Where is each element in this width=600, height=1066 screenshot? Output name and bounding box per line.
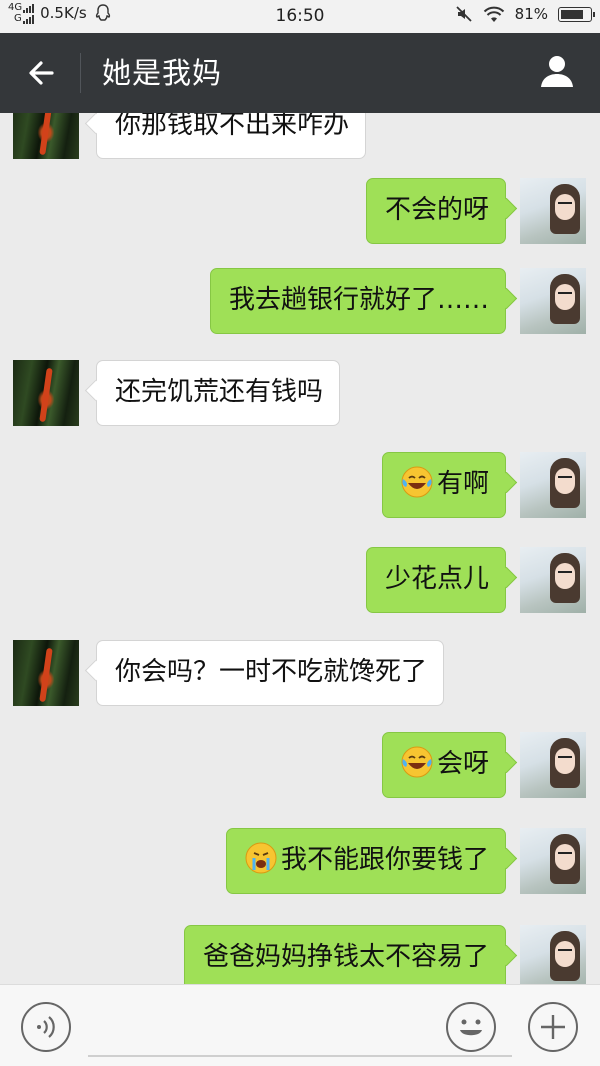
outgoing-message-bubble[interactable]: 不会的呀 <box>366 178 507 244</box>
laugh-cry-emoji <box>401 746 433 777</box>
status-bar: 4G G 0.5K/s 16:50 81% <box>0 0 600 33</box>
my-avatar[interactable] <box>520 452 586 518</box>
my-avatar[interactable] <box>520 268 586 334</box>
contact-avatar[interactable] <box>13 360 79 426</box>
incoming-message-bubble[interactable]: 还完饥荒还有钱吗 <box>96 360 341 426</box>
outgoing-message-bubble[interactable]: 会呀 <box>382 732 507 798</box>
smiley-icon[interactable] <box>445 1001 497 1053</box>
chat-title: 她是我妈 <box>102 56 223 90</box>
arrow-left-icon[interactable] <box>22 53 62 93</box>
message-text: 你那钱取不出来咋办 <box>115 113 350 140</box>
person-icon[interactable] <box>536 51 578 93</box>
my-avatar[interactable] <box>520 732 586 798</box>
message-list[interactable]: 你那钱取不出来咋办不会的呀我去趟银行就好了…… 还完饥荒还有钱吗有啊少花点儿你会吗… <box>0 113 600 984</box>
outgoing-message-bubble[interactable]: 有啊 <box>382 452 507 518</box>
outgoing-message-bubble[interactable]: 少花点儿 <box>366 547 507 613</box>
voice-icon[interactable] <box>20 1001 72 1053</box>
message-text: 我不能跟你要钱了 <box>281 845 490 875</box>
outgoing-message-bubble[interactable]: 爸爸妈妈挣钱太不容易了 <box>184 925 507 984</box>
message-text: 有啊 <box>437 469 490 499</box>
my-avatar[interactable] <box>520 178 586 244</box>
contact-avatar[interactable] <box>13 113 79 159</box>
message-text: 你会吗？一时不吃就馋死了 <box>115 657 428 687</box>
incoming-message-bubble[interactable]: 你那钱取不出来咋办 <box>96 113 367 159</box>
message-text: 还完饥荒还有钱吗 <box>115 377 324 407</box>
incoming-message-bubble[interactable]: 你会吗？一时不吃就馋死了 <box>96 640 445 706</box>
chat-header: 她是我妈 <box>0 33 600 113</box>
contact-avatar[interactable] <box>13 640 79 706</box>
mute-icon <box>456 6 472 22</box>
plus-icon[interactable] <box>527 1001 579 1053</box>
crying-emoji <box>245 842 277 873</box>
message-text: 少花点儿 <box>385 564 490 594</box>
wifi-icon <box>483 6 504 22</box>
battery-percent: 81% <box>514 5 548 23</box>
message-text: 会呀 <box>437 749 490 779</box>
my-avatar[interactable] <box>520 547 586 613</box>
input-bar <box>0 984 600 1066</box>
header-divider <box>80 53 81 93</box>
message-text: 爸爸妈妈挣钱太不容易了 <box>203 942 490 972</box>
my-avatar[interactable] <box>520 925 586 984</box>
outgoing-message-bubble[interactable]: 我不能跟你要钱了 <box>226 828 507 894</box>
my-avatar[interactable] <box>520 828 586 894</box>
laugh-cry-emoji <box>401 466 433 497</box>
battery-icon <box>558 6 595 22</box>
message-text: 不会的呀 <box>385 195 490 225</box>
message-text: 我去趟银行就好了…… <box>229 285 490 315</box>
outgoing-message-bubble[interactable]: 我去趟银行就好了…… <box>210 268 507 334</box>
